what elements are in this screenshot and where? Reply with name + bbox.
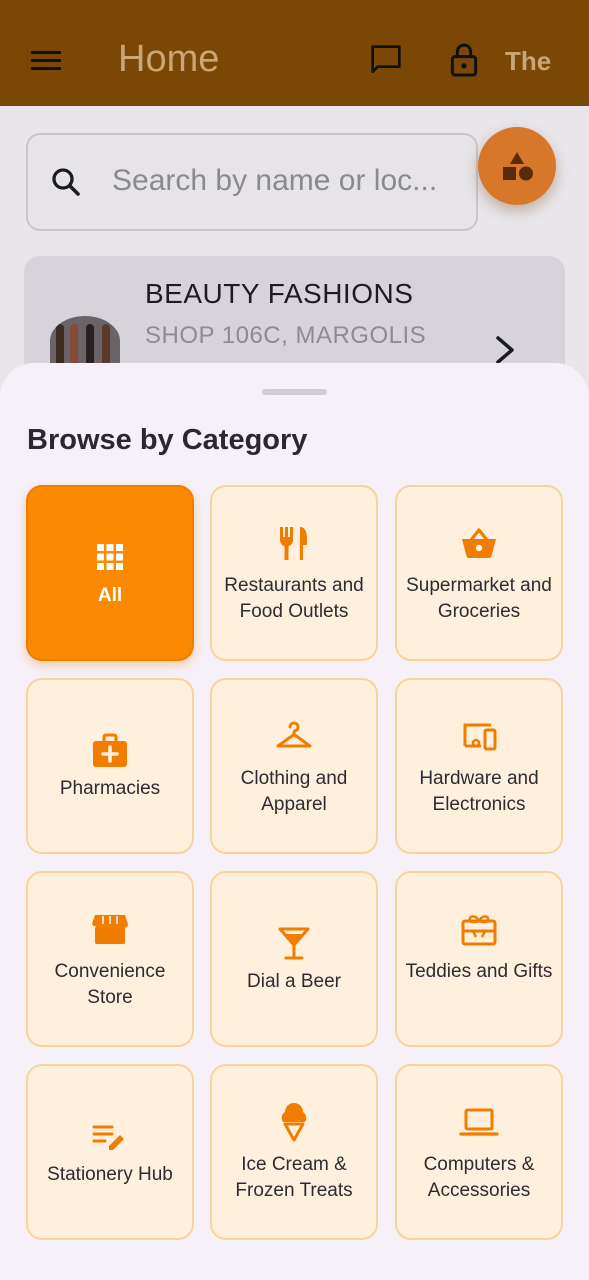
category-tile-pharmacies[interactable]: Pharmacies — [26, 678, 194, 854]
category-label: Convenience Store — [54, 961, 166, 1008]
category-tile-hardware[interactable]: Hardware and Electronics — [395, 678, 563, 854]
devices-icon — [463, 723, 497, 751]
category-tile-all[interactable]: All — [26, 485, 194, 661]
shopping-basket-icon — [462, 528, 496, 559]
gift-card-icon — [461, 915, 497, 946]
category-label: Pharmacies — [59, 778, 161, 799]
store-address: SHOP 106C, MARGOLIS — [145, 322, 427, 349]
category-label: Computers & Accessories — [423, 1154, 535, 1201]
category-tile-supermarket[interactable]: Supermarket and Groceries — [395, 485, 563, 661]
user-label[interactable]: The — [505, 46, 551, 77]
store-name: BEAUTY FASHIONS — [145, 278, 414, 309]
chat-icon[interactable] — [366, 40, 406, 80]
categories-fab[interactable] — [478, 127, 556, 205]
category-label: Restaurants and Food Outlets — [224, 575, 364, 622]
search-icon — [48, 164, 84, 200]
category-tile-teddies-gifts[interactable]: Teddies and Gifts — [395, 871, 563, 1047]
category-tile-restaurants[interactable]: Restaurants and Food Outlets — [210, 485, 378, 661]
edit-note-icon — [92, 1125, 124, 1150]
category-tile-clothing[interactable]: Clothing and Apparel — [210, 678, 378, 854]
drag-handle[interactable] — [262, 389, 327, 395]
app-bar: Home The — [0, 0, 589, 106]
category-label: Clothing and Apparel — [240, 768, 348, 815]
category-tile-dial-a-beer[interactable]: Dial a Beer — [210, 871, 378, 1047]
category-tile-ice-cream[interactable]: Ice Cream & Frozen Treats — [210, 1064, 378, 1240]
search-placeholder[interactable]: Search by name or loc... — [112, 164, 457, 198]
storefront-icon — [92, 915, 128, 944]
hanger-icon — [276, 721, 312, 748]
category-label: Supermarket and Groceries — [406, 575, 552, 622]
category-label: Teddies and Gifts — [405, 961, 553, 982]
category-label: Hardware and Electronics — [419, 768, 539, 815]
cocktail-glass-icon — [278, 927, 310, 960]
apps-grid-icon — [97, 544, 123, 570]
category-tile-convenience[interactable]: Convenience Store — [26, 871, 194, 1047]
restaurant-icon — [280, 527, 307, 560]
lock-icon[interactable] — [444, 40, 484, 80]
category-label: Stationery Hub — [47, 1164, 173, 1185]
ice-cream-icon — [281, 1103, 307, 1142]
shapes-icon — [503, 152, 533, 181]
category-tile-stationery[interactable]: Stationery Hub — [26, 1064, 194, 1240]
category-tile-computers[interactable]: Computers & Accessories — [395, 1064, 563, 1240]
laptop-icon — [459, 1108, 499, 1136]
sheet-title: Browse by Category — [27, 424, 308, 456]
category-label: Dial a Beer — [247, 971, 341, 992]
category-label: Ice Cream & Frozen Treats — [235, 1154, 353, 1201]
page-title: Home — [118, 38, 220, 80]
medical-bag-icon — [93, 733, 127, 767]
menu-icon[interactable] — [26, 42, 66, 78]
category-label: All — [97, 585, 123, 606]
store-image — [50, 316, 120, 366]
